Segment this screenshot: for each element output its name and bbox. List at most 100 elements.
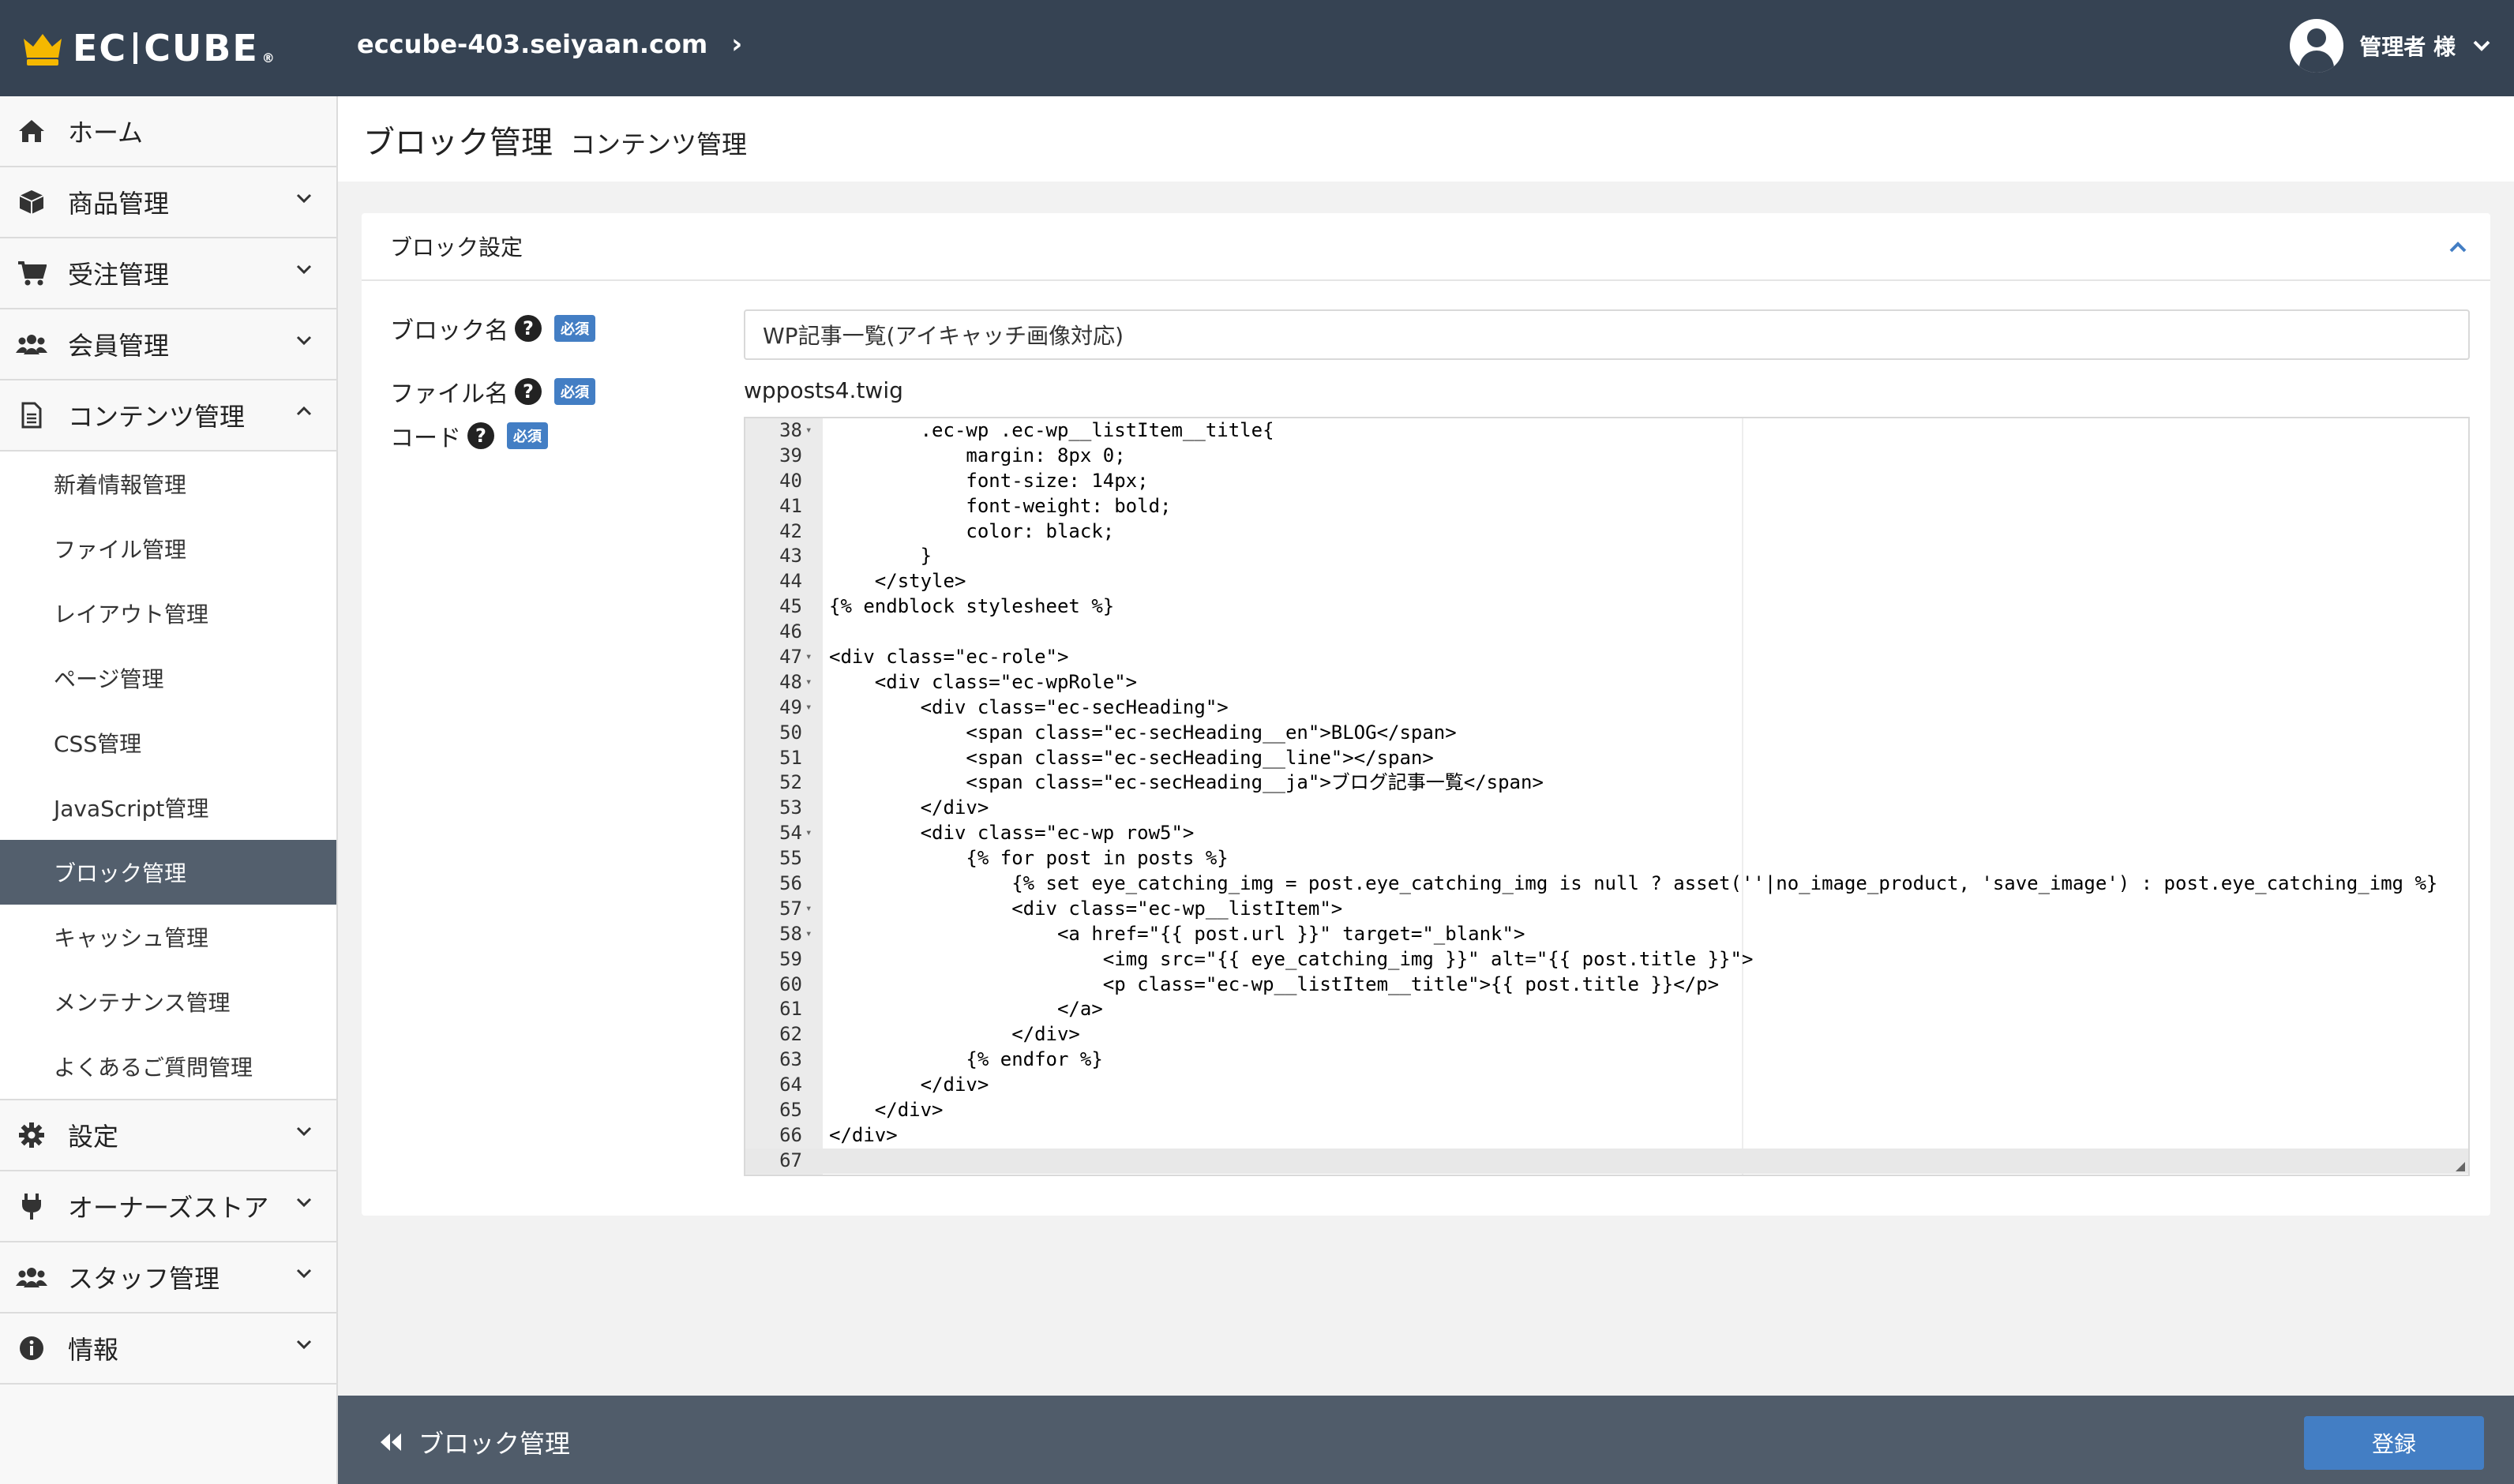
- card-header[interactable]: ブロック設定: [362, 213, 2490, 281]
- submenu-item-faq[interactable]: よくあるご質問管理: [0, 1034, 336, 1099]
- submenu-item-css[interactable]: CSS管理: [0, 710, 336, 775]
- code-line[interactable]: 63 {% endfor %}: [745, 1047, 2468, 1073]
- code-line[interactable]: 45 {% endblock stylesheet %}: [745, 594, 2468, 620]
- fold-toggle-icon[interactable]: ▾: [805, 922, 812, 947]
- line-number: 61: [779, 998, 802, 1021]
- eccube-logo[interactable]: EC CUBE ®: [21, 25, 276, 71]
- submenu-item-blocks[interactable]: ブロック管理: [0, 840, 336, 905]
- fold-toggle-icon[interactable]: ▾: [805, 670, 812, 695]
- code-line[interactable]: 66 </div>: [745, 1123, 2468, 1149]
- line-number: 56: [779, 872, 802, 895]
- code-text: <a href="{{ post.url }}" target="_blank"…: [829, 922, 1525, 945]
- footer-bar: ブロック管理 登録: [338, 1396, 2514, 1484]
- code-editor[interactable]: 38 ▾ .ec-wp .ec-wp__listItem__title{39 ma…: [744, 417, 2470, 1176]
- code-line[interactable]: 50 <span class="ec-secHeading__en">BLOG<…: [745, 721, 2468, 746]
- submenu-item-javascript[interactable]: JavaScript管理: [0, 775, 336, 840]
- code-line[interactable]: 65 </div>: [745, 1098, 2468, 1123]
- help-icon[interactable]: ?: [515, 378, 542, 405]
- submenu-item-news[interactable]: 新着情報管理: [0, 452, 336, 516]
- code-line[interactable]: 64 </div>: [745, 1073, 2468, 1098]
- code-line[interactable]: 48 ▾ <div class="ec-wpRole">: [745, 670, 2468, 695]
- code-line[interactable]: 39 margin: 8px 0;: [745, 444, 2468, 469]
- code-lines: 38 ▾ .ec-wp .ec-wp__listItem__title{39 ma…: [745, 418, 2468, 1174]
- fold-toggle-icon[interactable]: ▾: [805, 695, 812, 721]
- sidebar-item-staff[interactable]: スタッフ管理: [0, 1242, 336, 1313]
- sidebar-item-content[interactable]: コンテンツ管理: [0, 380, 336, 452]
- code-line[interactable]: 67: [745, 1148, 2468, 1174]
- chevron-down-icon: [296, 1126, 312, 1137]
- code-line[interactable]: 57 ▾ <div class="ec-wp__listItem">: [745, 897, 2468, 922]
- code-line[interactable]: 38 ▾ .ec-wp .ec-wp__listItem__title{: [745, 418, 2468, 444]
- code-label: コード ? 必須: [390, 418, 548, 453]
- block-name-label-text: ブロック名: [390, 317, 508, 345]
- code-line[interactable]: 49 ▾ <div class="ec-secHeading">: [745, 695, 2468, 721]
- code-text: <div class="ec-secHeading">: [829, 695, 1229, 718]
- content-submenu: 新着情報管理 ファイル管理 レイアウト管理 ページ管理 CSS管理 JavaSc…: [0, 452, 336, 1100]
- help-icon[interactable]: ?: [467, 422, 494, 449]
- code-text: </div>: [829, 796, 989, 819]
- fold-toggle-icon[interactable]: ▾: [805, 897, 812, 922]
- code-text: .ec-wp .ec-wp__listItem__title{: [829, 419, 1274, 441]
- code-text: <span class="ec-secHeading__en">BLOG</sp…: [829, 721, 1457, 744]
- line-number: 38: [779, 419, 802, 441]
- code-text: </div>: [829, 1123, 898, 1146]
- code-line[interactable]: 41 font-weight: bold;: [745, 494, 2468, 519]
- sidebar-item-label: ホーム: [68, 118, 144, 148]
- user-menu[interactable]: 管理者 様: [2290, 19, 2492, 73]
- code-line[interactable]: 42 color: black;: [745, 519, 2468, 545]
- code-text: </a>: [829, 998, 1103, 1021]
- code-line[interactable]: 62 </div>: [745, 1022, 2468, 1047]
- submenu-item-cache[interactable]: キャッシュ管理: [0, 905, 336, 969]
- sidebar-item-customers[interactable]: 会員管理: [0, 309, 336, 380]
- code-text: font-size: 14px;: [829, 469, 1149, 492]
- help-icon[interactable]: ?: [515, 315, 542, 342]
- chevron-down-icon: [2473, 40, 2490, 51]
- sidebar-item-settings[interactable]: 設定: [0, 1100, 336, 1171]
- code-line[interactable]: 47 ▾ <div class="ec-role">: [745, 645, 2468, 670]
- code-line[interactable]: 56 {% set eye_catching_img = post.eye_ca…: [745, 871, 2468, 897]
- code-text: <div class="ec-role">: [829, 646, 1069, 669]
- sidebar-item-home[interactable]: ホーム: [0, 96, 336, 167]
- chevron-up-icon[interactable]: [2448, 237, 2468, 257]
- submenu-item-pages[interactable]: ページ管理: [0, 646, 336, 710]
- code-text: <span class="ec-secHeading__ja">ブログ記事一覧<…: [829, 771, 1544, 794]
- code-line[interactable]: 61 </a>: [745, 997, 2468, 1022]
- line-number: 48: [779, 670, 802, 693]
- fold-toggle-icon[interactable]: ▾: [805, 821, 812, 846]
- sidebar-item-owners-store[interactable]: オーナーズストア: [0, 1171, 336, 1242]
- resize-handle-icon[interactable]: [2452, 1159, 2465, 1171]
- code-label-text: コード: [390, 425, 461, 452]
- code-line[interactable]: 51 <span class="ec-secHeading__line"></s…: [745, 746, 2468, 771]
- code-text: }: [829, 545, 932, 568]
- code-line[interactable]: 44 </style>: [745, 569, 2468, 594]
- sidebar-item-info[interactable]: 情報: [0, 1313, 336, 1385]
- back-to-block-list-link[interactable]: ブロック管理: [377, 1424, 570, 1460]
- chevron-down-icon: [296, 193, 312, 204]
- code-line[interactable]: 59 <img src="{{ eye_catching_img }}" alt…: [745, 947, 2468, 972]
- submenu-item-files[interactable]: ファイル管理: [0, 516, 336, 581]
- code-line[interactable]: 43 }: [745, 544, 2468, 569]
- code-line[interactable]: 46: [745, 620, 2468, 645]
- sidebar-item-label: 設定: [68, 1122, 119, 1152]
- submenu-item-maintenance[interactable]: メンテナンス管理: [0, 969, 336, 1034]
- fold-toggle-icon[interactable]: ▾: [805, 418, 812, 444]
- code-line[interactable]: 55 {% for post in posts %}: [745, 846, 2468, 871]
- sidebar-item-label: 商品管理: [68, 189, 170, 219]
- code-text: </div>: [829, 1099, 944, 1122]
- code-text: <p class="ec-wp__listItem__title">{{ pos…: [829, 972, 1720, 995]
- code-line[interactable]: 52 <span class="ec-secHeading__ja">ブログ記事…: [745, 770, 2468, 796]
- submenu-item-layout[interactable]: レイアウト管理: [0, 581, 336, 646]
- sidebar-item-orders[interactable]: 受注管理: [0, 238, 336, 309]
- block-name-input[interactable]: WP記事一覧(アイキャッチ画像対応): [744, 309, 2470, 360]
- code-line[interactable]: 60 <p class="ec-wp__listItem__title">{{ …: [745, 972, 2468, 998]
- code-line[interactable]: 53 </div>: [745, 796, 2468, 821]
- sidebar-item-products[interactable]: 商品管理: [0, 167, 336, 238]
- line-number: 44: [779, 570, 802, 593]
- code-line[interactable]: 58 ▾ <a href="{{ post.url }}" target="_bl…: [745, 922, 2468, 947]
- code-line[interactable]: 54 ▾ <div class="ec-wp row5">: [745, 821, 2468, 846]
- register-button[interactable]: 登録: [2304, 1416, 2484, 1470]
- line-number: 52: [779, 771, 802, 794]
- fold-toggle-icon[interactable]: ▾: [805, 645, 812, 670]
- code-line[interactable]: 40 font-size: 14px;: [745, 469, 2468, 494]
- site-link[interactable]: eccube-403.seiyaan.com ›: [357, 28, 742, 60]
